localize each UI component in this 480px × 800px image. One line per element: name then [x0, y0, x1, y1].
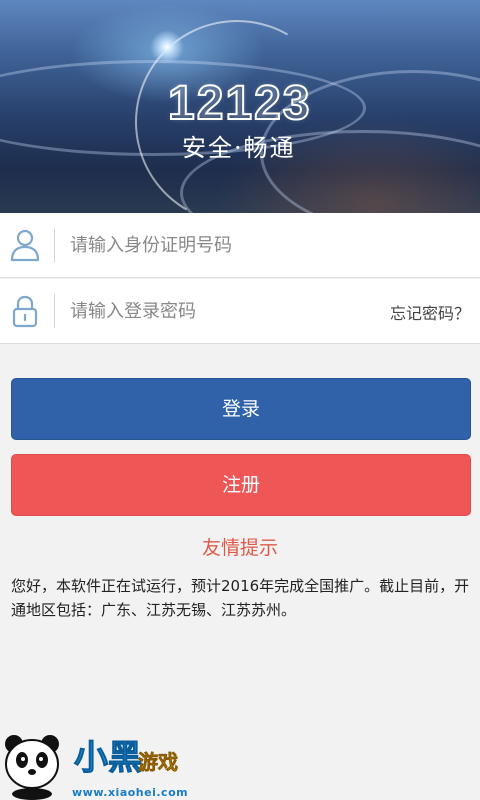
- field-divider: [54, 228, 55, 262]
- notice-text: 您好，本软件正在试运行，预计2016年完成全国推广。截止目前，开通地区包括：广东…: [11, 577, 470, 619]
- watermark-brand-main: 小黑: [74, 738, 143, 779]
- password-row: 忘记密码？: [0, 279, 480, 344]
- field-divider: [54, 294, 55, 328]
- login-page: 12123 安全·畅通 忘记密码？ 登录 注册 友情提示 您好，本软件正在试运行…: [0, 0, 480, 800]
- header-banner: 12123 安全·畅通: [0, 0, 480, 213]
- user-icon: [10, 229, 40, 262]
- register-button[interactable]: 注册: [11, 454, 471, 516]
- app-logo-number: 12123: [167, 76, 312, 131]
- lock-icon: [12, 295, 38, 328]
- watermark-url: www.xiaohei.com: [72, 786, 189, 799]
- id-number-input[interactable]: [70, 227, 370, 263]
- password-input[interactable]: [70, 293, 370, 329]
- forgot-password-link[interactable]: 忘记密码？: [390, 300, 470, 324]
- light-flare: [150, 30, 184, 64]
- app-slogan: 安全·畅通: [182, 134, 296, 162]
- watermark-logo: 小黑 游戏 www.xiaohei.com: [0, 728, 220, 800]
- id-number-row: [0, 213, 480, 278]
- notice-title: 友情提示: [201, 537, 278, 559]
- watermark-brand-sub: 游戏: [138, 750, 179, 775]
- panda-mascot-icon: [5, 735, 59, 800]
- login-button[interactable]: 登录: [11, 378, 471, 440]
